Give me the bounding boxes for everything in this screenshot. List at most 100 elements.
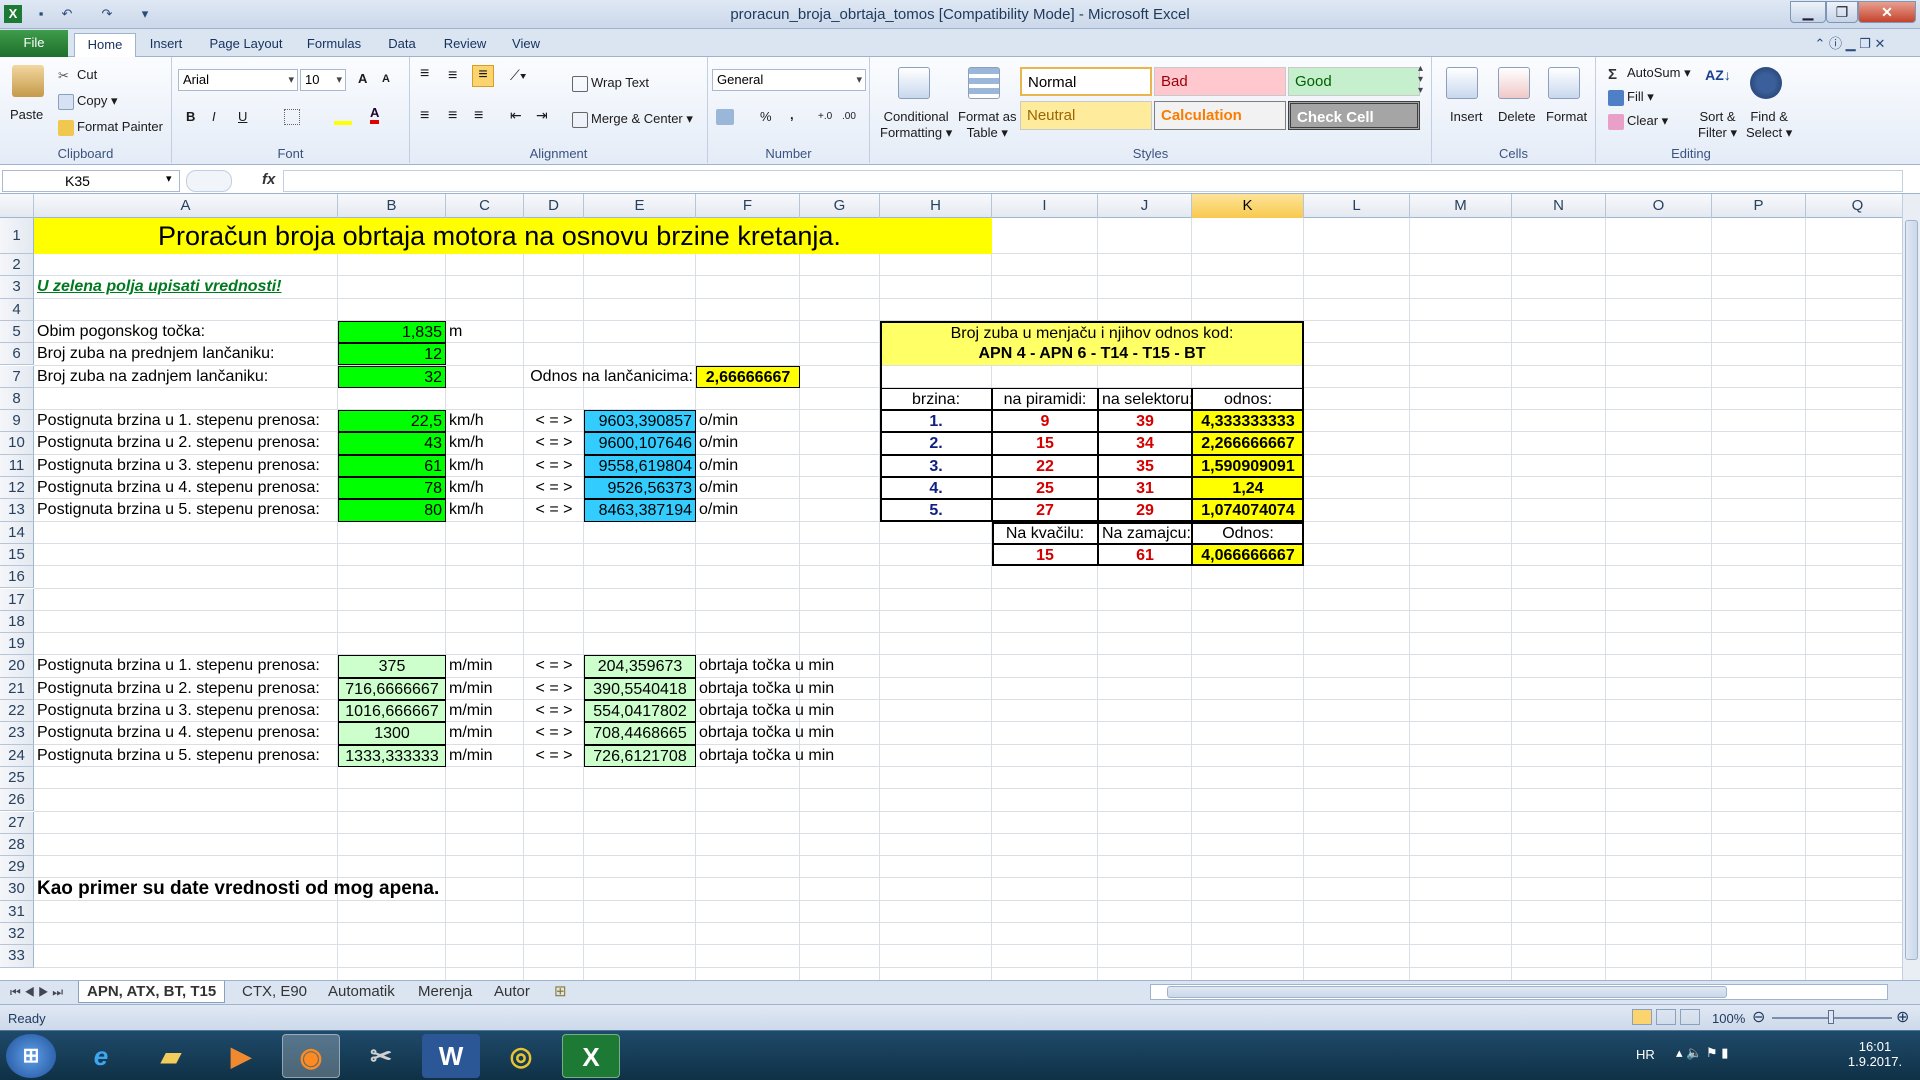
kmh-row-label[interactable]: Postignuta brzina u 4. stepenu prenosa: xyxy=(34,477,338,499)
mmin-speed-cell[interactable]: 1333,333333 xyxy=(338,744,446,767)
mmin-unit[interactable]: m/min xyxy=(446,678,524,700)
chrome-icon[interactable]: ◎ xyxy=(492,1034,550,1078)
namebox-dropdown-icon[interactable]: ▾ xyxy=(166,172,172,185)
clear-button[interactable]: Clear ▾ xyxy=(1627,113,1668,128)
format-painter-button[interactable]: Format Painter xyxy=(77,119,163,134)
kmh-unit[interactable]: km/h xyxy=(446,432,524,454)
gear-table-subtitle[interactable]: APN 4 - APN 6 - T14 - T15 - BT xyxy=(880,343,1304,366)
format-as-table-icon[interactable] xyxy=(968,67,1000,99)
align-left-icon[interactable]: ≡ xyxy=(420,107,429,125)
sheet-tab-automatik[interactable]: Automatik xyxy=(320,981,403,1003)
shrink-font-button[interactable]: A xyxy=(382,73,390,85)
percent-button[interactable]: % xyxy=(760,109,772,124)
chain-odnos-cell[interactable]: 4,066666667 xyxy=(1192,543,1304,567)
mmin-speed-cell[interactable]: 1300 xyxy=(338,722,446,745)
horizontal-scrollbar[interactable] xyxy=(1150,984,1888,1000)
mmin-arrow[interactable]: < = > xyxy=(524,655,584,677)
note-cell[interactable]: Kao primer su date vrednosti od mog apen… xyxy=(34,878,439,900)
kmh-rpm-cell[interactable]: 9603,390857 xyxy=(584,410,696,433)
number-format-select[interactable]: General xyxy=(712,69,866,91)
align-center-icon[interactable]: ≡ xyxy=(448,107,457,125)
kmh-rpm-cell[interactable]: 9558,619804 xyxy=(584,454,696,477)
mmin-rot-cell[interactable]: 726,6121708 xyxy=(584,744,696,767)
style-calculation[interactable]: Calculation xyxy=(1154,101,1286,130)
kmh-arrow[interactable]: < = > xyxy=(524,432,584,454)
kmh-rpm-unit[interactable]: o/min xyxy=(696,410,800,432)
row-header-3[interactable]: 3 xyxy=(0,276,34,299)
zadnji-value-cell[interactable]: 32 xyxy=(338,365,446,388)
fill-button[interactable]: Fill ▾ xyxy=(1627,89,1654,104)
align-right-icon[interactable]: ≡ xyxy=(474,107,483,125)
row-header-11[interactable]: 11 xyxy=(0,454,34,477)
odnos-lanc-label[interactable]: Odnos na lančanicima: xyxy=(524,366,696,388)
gear-odnos-cell[interactable]: 2,266666667 xyxy=(1192,432,1304,455)
gear-number-cell[interactable]: 4. xyxy=(880,477,992,500)
file-explorer-icon[interactable]: ▰ xyxy=(142,1034,200,1078)
style-good[interactable]: Good xyxy=(1288,67,1420,96)
find-select-button[interactable]: Find & Select ▾ xyxy=(1746,109,1792,141)
obim-unit[interactable]: m xyxy=(446,321,524,343)
tray-icons[interactable]: ▴ 🔈 ⚑ ▮ xyxy=(1676,1045,1728,1061)
row-header-21[interactable]: 21 xyxy=(0,677,34,700)
language-indicator[interactable]: HR xyxy=(1636,1047,1655,1062)
tab-insert[interactable]: Insert xyxy=(142,33,190,57)
sheet-tab-apn[interactable]: APN, ATX, BT, T15 xyxy=(78,981,226,1003)
close-button[interactable]: ✕ xyxy=(1858,1,1916,23)
comma-button[interactable]: , xyxy=(790,107,794,122)
row-header-28[interactable]: 28 xyxy=(0,833,34,857)
mmin-speed-cell[interactable]: 716,6666667 xyxy=(338,677,446,700)
kmh-row-label[interactable]: Postignuta brzina u 3. stepenu prenosa: xyxy=(34,455,338,477)
mmin-speed-cell[interactable]: 1016,666667 xyxy=(338,700,446,723)
row-header-12[interactable]: 12 xyxy=(0,477,34,500)
mmin-unit[interactable]: m/min xyxy=(446,700,524,722)
odnos-lanc-value-cell[interactable]: 2,66666667 xyxy=(696,365,800,388)
insert-button[interactable]: Insert xyxy=(1450,109,1483,124)
grow-font-button[interactable]: A xyxy=(358,71,367,86)
kmh-arrow[interactable]: < = > xyxy=(524,410,584,432)
kmh-rpm-unit[interactable]: o/min xyxy=(696,477,800,499)
mmin-row-label[interactable]: Postignuta brzina u 4. stepenu prenosa: xyxy=(34,722,338,744)
row-header-6[interactable]: 6 xyxy=(0,343,34,366)
font-size-select[interactable]: 10 xyxy=(300,69,346,91)
mmin-arrow[interactable]: < = > xyxy=(524,700,584,722)
kmh-row-label[interactable]: Postignuta brzina u 1. stepenu prenosa: xyxy=(34,410,338,432)
mmin-rot-unit[interactable]: obrtaja točka u min xyxy=(696,722,834,744)
gear-odnos-cell[interactable]: 1,590909091 xyxy=(1192,454,1304,477)
gear-selektor-cell[interactable]: 35 xyxy=(1098,454,1192,477)
styles-scroll-icon[interactable]: ▴ ▾ ▾ xyxy=(1418,63,1423,96)
row-header-2[interactable]: 2 xyxy=(0,254,34,277)
sort-filter-button[interactable]: Sort & Filter ▾ xyxy=(1698,109,1737,141)
kmh-speed-cell[interactable]: 80 xyxy=(338,499,446,522)
kmh-row-label[interactable]: Postignuta brzina u 5. stepenu prenosa: xyxy=(34,499,338,521)
copy-button[interactable]: Copy ▾ xyxy=(77,93,118,108)
gear-number-cell[interactable]: 2. xyxy=(880,432,992,455)
row-header-8[interactable]: 8 xyxy=(0,387,34,411)
ribbon-window-controls[interactable]: ⌃ ⓘ ▁ ❐ ✕ xyxy=(1790,33,1910,57)
column-header-o[interactable]: O xyxy=(1606,194,1712,218)
gear-odnos-cell[interactable]: 4,333333333 xyxy=(1192,410,1304,433)
row-header-31[interactable]: 31 xyxy=(0,900,34,923)
sheet-nav-arrows-icon[interactable]: ⏮ ◀ ▶ ⏭ xyxy=(2,981,71,1003)
sheet-tab-autor[interactable]: Autor xyxy=(486,981,538,1003)
gear-piramida-cell[interactable]: 9 xyxy=(992,410,1098,433)
column-header-g[interactable]: G xyxy=(800,194,880,218)
column-header-l[interactable]: L xyxy=(1304,194,1410,218)
firefox-icon[interactable]: ◉ xyxy=(282,1034,340,1078)
style-bad[interactable]: Bad xyxy=(1154,67,1286,96)
column-header-q[interactable]: Q xyxy=(1806,194,1902,218)
minimize-button[interactable]: ▁ xyxy=(1790,1,1826,23)
tab-page-layout[interactable]: Page Layout xyxy=(204,33,288,57)
row-header-15[interactable]: 15 xyxy=(0,543,34,567)
mmin-rot-cell[interactable]: 204,359673 xyxy=(584,655,696,678)
row-header-7[interactable]: 7 xyxy=(0,365,34,388)
kmh-rpm-cell[interactable]: 8463,387194 xyxy=(584,499,696,522)
kmh-rpm-unit[interactable]: o/min xyxy=(696,499,800,521)
format-cells-icon[interactable] xyxy=(1548,67,1580,99)
chain-zamajac-cell[interactable]: 61 xyxy=(1098,543,1192,567)
gear-odnos-cell[interactable]: 1,24 xyxy=(1192,477,1304,500)
kmh-speed-cell[interactable]: 78 xyxy=(338,477,446,500)
gear-table-title[interactable]: Broj zuba u menjaču i njihov odnos kod: xyxy=(880,320,1304,344)
gear-piramida-cell[interactable]: 15 xyxy=(992,432,1098,455)
kmh-rpm-unit[interactable]: o/min xyxy=(696,432,800,454)
mmin-rot-cell[interactable]: 390,5540418 xyxy=(584,677,696,700)
